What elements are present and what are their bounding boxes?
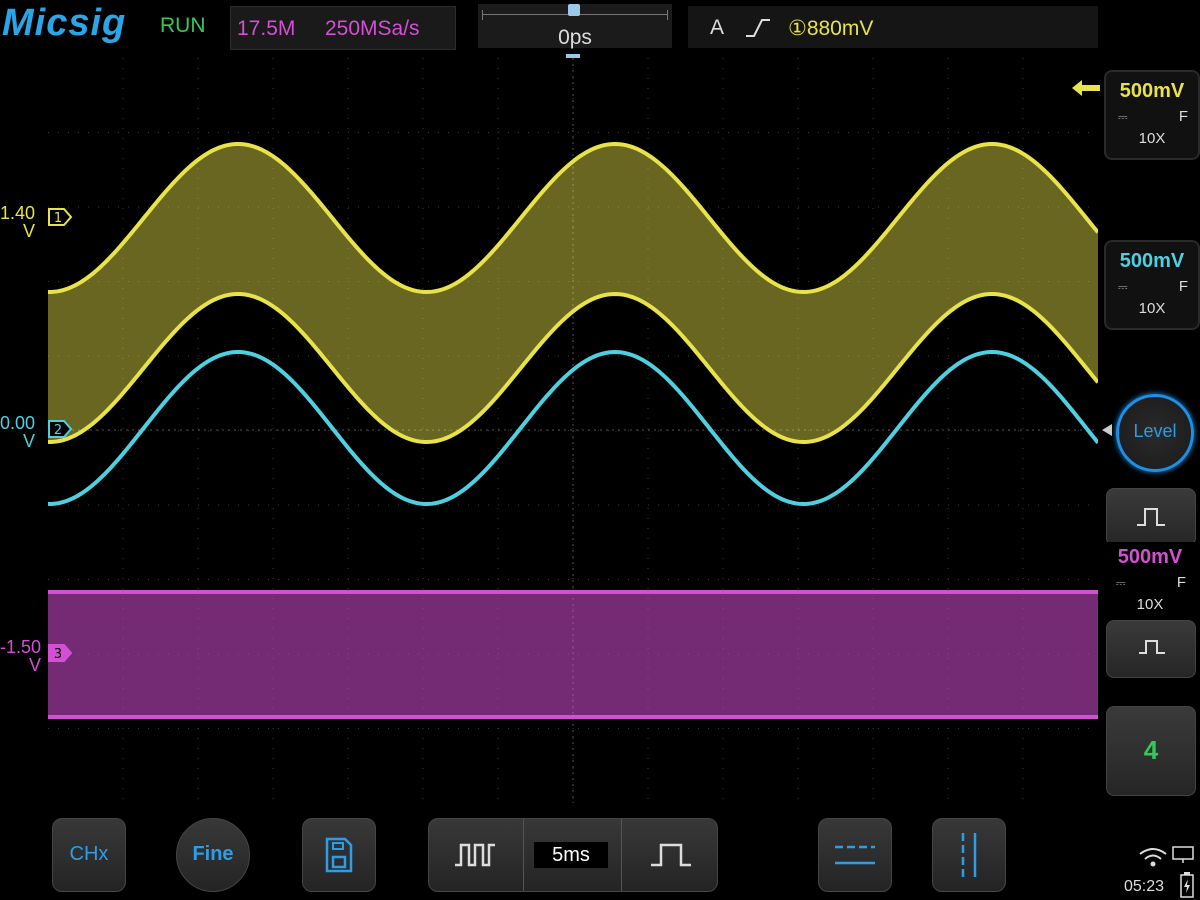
ch2-offset-label: 0.00 V [0, 413, 36, 451]
dc-coupling-icon: ⎓ [1118, 280, 1128, 294]
ch1-scale-card[interactable]: 500mV ⎓ F 10X [1104, 70, 1200, 160]
ch1-marker-icon[interactable]: 1 [48, 208, 72, 226]
fine-button[interactable]: Fine [176, 818, 250, 892]
trigger-mode: A [710, 16, 725, 39]
horizontal-cursors-icon [835, 845, 875, 865]
divider [621, 819, 622, 891]
timebase-increase-icon[interactable] [651, 843, 691, 867]
svg-text:1: 1 [54, 211, 62, 226]
ch1-probe: 10X [1138, 130, 1166, 147]
waveform-display[interactable] [48, 58, 1098, 803]
svg-text:2: 2 [54, 423, 62, 438]
trigger-level-arrow-icon[interactable] [1072, 80, 1100, 96]
run-state[interactable]: RUN [160, 14, 206, 38]
network-icon [1172, 846, 1194, 863]
svg-text:3: 3 [54, 647, 62, 662]
rising-edge-icon [746, 19, 770, 37]
wifi-icon [1139, 848, 1167, 867]
ch4-button[interactable]: 4 [1106, 706, 1196, 796]
ch2-bandwidth: F [1178, 278, 1188, 295]
vertical-cursor-button[interactable] [932, 818, 1006, 892]
ch3-offset-label: -1.50 V [0, 637, 42, 675]
acquisition-info[interactable]: 17.5M 250MSa/s [230, 6, 456, 50]
vertical-cursors-icon [961, 833, 977, 877]
chx-button[interactable]: CHx [52, 818, 126, 892]
dc-coupling-icon: ⎓ [1116, 576, 1126, 590]
pulse-icon [1139, 640, 1165, 654]
timebase-decrease-icon[interactable] [455, 843, 495, 867]
trigger-info[interactable]: A ①880mV [688, 6, 1098, 48]
ch3-marker-icon[interactable]: 3 [48, 644, 72, 662]
horizontal-cursor-button[interactable] [818, 818, 892, 892]
waveform-canvas [48, 58, 1098, 803]
trigger-position-handle[interactable] [568, 4, 580, 16]
ch3-upper-button[interactable] [1106, 488, 1196, 546]
divider [523, 819, 524, 891]
ch3-waveform-band [48, 590, 1098, 718]
ch1-bandwidth: F [1178, 108, 1188, 125]
save-button[interactable] [302, 818, 376, 892]
level-pointer-icon [1102, 424, 1112, 436]
ch3-lower-button[interactable] [1106, 620, 1196, 678]
ch3-scale-card[interactable]: 500mV ⎓ F 10X [1104, 542, 1196, 620]
ch2-probe: 10X [1138, 300, 1166, 317]
trigger-level: ①880mV [788, 17, 874, 40]
dc-coupling-icon: ⎓ [1118, 110, 1128, 124]
ch2-scale-card[interactable]: 500mV ⎓ F 10X [1104, 240, 1200, 330]
ch1-waveform-band [48, 144, 1098, 442]
ch3-scale: 500mV [1117, 546, 1183, 568]
ch1-offset-label: 1.40 V [0, 203, 36, 241]
ch2-marker-icon[interactable]: 2 [48, 420, 72, 438]
memory-depth: 17.5M [237, 17, 296, 40]
horizontal-position-panel[interactable]: 0ps [478, 4, 672, 49]
ch3-bandwidth: F [1176, 574, 1186, 591]
pulse-icon [1137, 508, 1165, 526]
ch3-probe: 10X [1136, 596, 1164, 613]
clock: 05:23 [1124, 878, 1165, 895]
save-file-icon [325, 837, 353, 873]
horizontal-position: 0ps [558, 26, 592, 49]
ch2-waveform [48, 349, 1098, 506]
battery-charging-icon [1180, 872, 1194, 898]
timebase-value[interactable]: 5ms [534, 842, 608, 868]
sample-rate: 250MSa/s [325, 17, 420, 40]
ch1-scale: 500mV [1119, 80, 1185, 102]
brand-logo: Micsig [2, 2, 127, 44]
trigger-level-knob[interactable]: Level [1116, 394, 1194, 472]
ch2-scale: 500mV [1119, 250, 1185, 272]
